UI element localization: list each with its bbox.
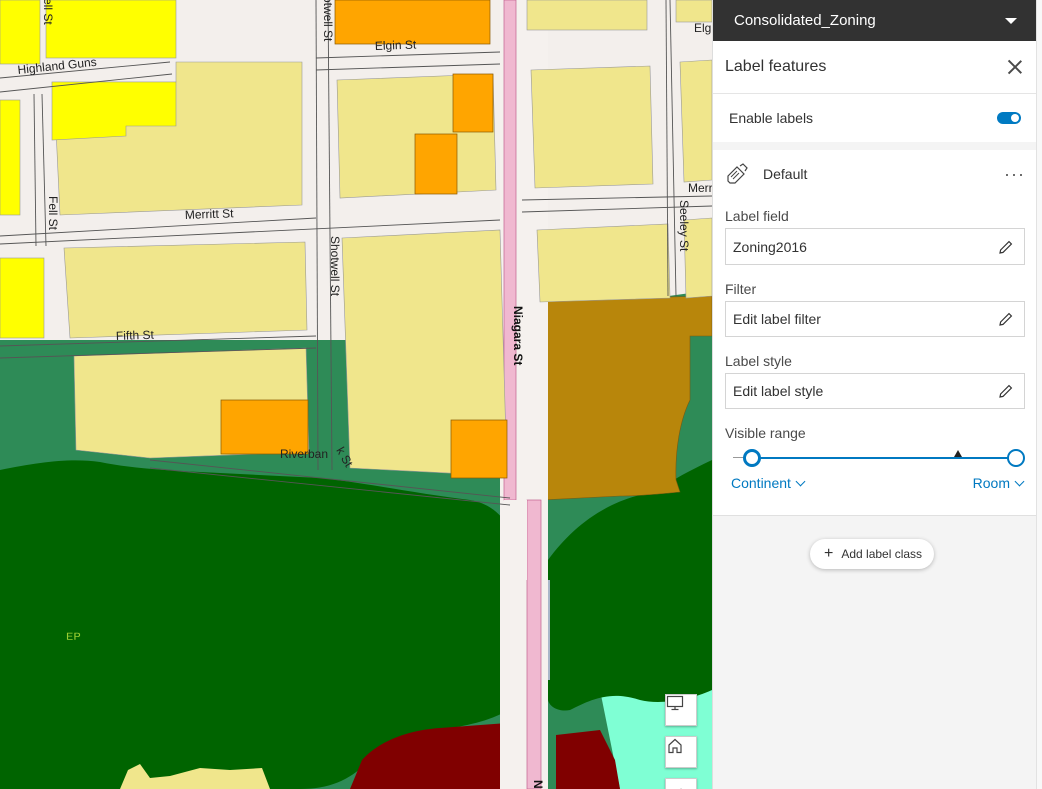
enable-labels-row: Enable labels: [713, 94, 1037, 142]
panel-title-row: Label features: [713, 41, 1037, 94]
fullscreen-button[interactable]: [665, 694, 697, 726]
pencil-icon: [999, 240, 1013, 254]
add-label-class-button[interactable]: + Add label class: [810, 539, 935, 569]
map-view[interactable]: Highland Guns Elgin St Elgin St ell St o…: [0, 0, 712, 789]
pencil-icon: [999, 312, 1013, 326]
street-label-shotwell: Shotwell St: [328, 236, 342, 297]
enable-labels-label: Enable labels: [729, 110, 814, 126]
street-label-elgin: Elgin St: [375, 38, 417, 53]
street-label-merr-right: Merr: [688, 181, 712, 195]
label-class-name: Default: [763, 166, 808, 182]
range-max-label: Room: [972, 475, 1010, 491]
street-label-elgin-right: Elgin St: [694, 21, 712, 35]
chevron-down-icon: [795, 476, 806, 486]
map-canvas[interactable]: Highland Guns Elgin St Elgin St ell St o…: [0, 0, 712, 789]
zone-label-ep: EP: [66, 631, 81, 643]
street-label-seeley: Seeley St: [677, 200, 691, 252]
panel-edge: [1036, 0, 1042, 789]
street-label-shotwell-top: otwell St: [321, 0, 335, 42]
home-button[interactable]: [665, 736, 697, 768]
label-style-title: Label style: [725, 353, 792, 369]
layer-selector[interactable]: Consolidated_Zoning: [713, 0, 1037, 41]
range-max-thumb[interactable]: [1007, 449, 1025, 467]
visible-range-title: Visible range: [725, 425, 806, 441]
range-max-dropdown[interactable]: Room: [972, 475, 1025, 491]
range-min-dropdown[interactable]: Continent: [731, 475, 806, 491]
filter-title: Filter: [725, 281, 757, 297]
pencil-icon: [999, 384, 1013, 398]
plus-icon: +: [824, 545, 834, 562]
street-label-fifth: Fifth St: [116, 328, 155, 343]
chevron-down-icon: [1005, 17, 1017, 24]
label-field-input[interactable]: Zoning2016: [725, 228, 1025, 265]
street-label-fell-top: ell St: [41, 0, 55, 25]
label-panel: Consolidated_Zoning Label features Enabl…: [712, 0, 1037, 789]
filter-input[interactable]: Edit label filter: [725, 301, 1025, 337]
home-icon: [668, 738, 682, 754]
label-class-card: Default ··· Label field Zoning2016 Filte…: [713, 150, 1037, 516]
range-min-thumb[interactable]: [743, 449, 761, 467]
range-track: [745, 457, 1017, 459]
zoom-in-button[interactable]: +: [665, 778, 697, 789]
street-label-niagara: Niagara St: [511, 306, 525, 365]
plus-icon: +: [676, 785, 685, 789]
street-label-fell-left: Fell St: [46, 196, 60, 231]
panel-title: Label features: [725, 58, 827, 75]
more-icon[interactable]: ···: [1004, 165, 1025, 183]
enable-labels-toggle[interactable]: [997, 112, 1021, 124]
street-label-niagara-bottom: N: [531, 780, 545, 789]
street-label-merritt: Merritt St: [185, 206, 235, 222]
label-class-header[interactable]: Default ···: [713, 150, 1037, 198]
close-icon[interactable]: [1007, 59, 1023, 75]
layer-name: Consolidated_Zoning: [734, 12, 876, 29]
chevron-down-icon: [1014, 476, 1025, 486]
range-scales: Continent Room: [713, 475, 1037, 491]
range-min-label: Continent: [731, 475, 791, 491]
current-scale-marker: [954, 450, 962, 457]
add-label-class-label: Add label class: [841, 547, 923, 561]
monitor-icon: [666, 695, 684, 711]
visible-range-slider[interactable]: [725, 447, 1025, 469]
label-field-value: Zoning2016: [733, 238, 807, 255]
label-style-input[interactable]: Edit label style: [725, 373, 1025, 409]
street-label-riverban: Riverban: [280, 447, 328, 461]
label-field-title: Label field: [725, 208, 789, 224]
filter-value: Edit label filter: [733, 311, 821, 327]
label-style-value: Edit label style: [733, 383, 824, 399]
label-pen-icon: [727, 163, 748, 184]
